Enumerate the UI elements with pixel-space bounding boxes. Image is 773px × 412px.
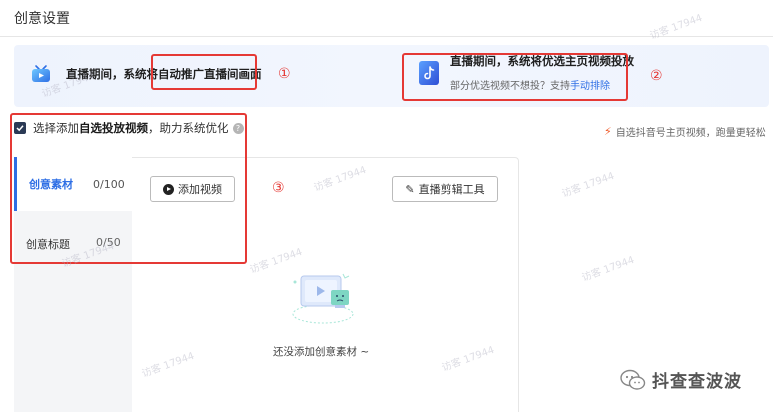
banner-sub-prefix: 部分优选视频不想投？支持 bbox=[450, 81, 570, 92]
auto-select-text: 自选抖音号主页视频，跑量更轻松 bbox=[615, 128, 766, 139]
nav-item-label: 创意标题 bbox=[26, 238, 70, 251]
add-video-label: 添加视频 bbox=[178, 183, 222, 196]
label-suffix: ，助力系统优化 bbox=[148, 121, 229, 135]
brand-text: 抖查查波波 bbox=[652, 372, 742, 392]
magic-wand-icon: ✎ bbox=[405, 182, 415, 196]
banner-right-textblock: 直播期间，系统将优选主页视频投放 部分优选视频不想投？支持手动排除 bbox=[450, 53, 634, 92]
bolt-icon: ⚡ bbox=[604, 125, 612, 138]
empty-state-text: 还没添加创意素材 ~ bbox=[273, 346, 370, 358]
nav-item-creative-material[interactable]: 创意素材 0/100 bbox=[14, 157, 132, 211]
nav-item-label: 创意素材 bbox=[29, 178, 73, 191]
banner-homepage-videos: 直播期间，系统将优选主页视频投放 部分优选视频不想投？支持手动排除 bbox=[418, 53, 634, 92]
nav-item-creative-title[interactable]: 创意标题 0/50 bbox=[14, 211, 132, 412]
live-edit-tool-button[interactable]: ✎ 直播剪辑工具 bbox=[392, 176, 498, 202]
page-title: 创意设置 bbox=[14, 11, 70, 27]
help-icon[interactable]: ? bbox=[232, 122, 244, 134]
side-nav: 创意素材 0/100 创意标题 0/50 bbox=[14, 157, 132, 412]
play-icon bbox=[163, 183, 174, 195]
label-bold: 自选投放视频 bbox=[79, 121, 148, 135]
annotation-number-one: ① bbox=[278, 66, 291, 82]
add-video-button[interactable]: 添加视频 bbox=[150, 176, 235, 202]
annotation-number-three: ③ bbox=[272, 180, 285, 196]
wechat-icon bbox=[620, 369, 646, 391]
custom-video-label: 选择添加自选投放视频，助力系统优化 bbox=[33, 120, 229, 136]
custom-video-checkbox-row: 选择添加自选投放视频，助力系统优化 ? bbox=[14, 120, 244, 136]
auto-select-hint[interactable]: ⚡ 自选抖音号主页视频，跑量更轻松 bbox=[604, 124, 766, 139]
annotation-number-two: ② bbox=[650, 68, 663, 84]
banner-right-text: 直播期间，系统将优选主页视频投放 bbox=[450, 54, 634, 68]
tiktok-icon bbox=[418, 60, 440, 86]
empty-state-illustration bbox=[283, 268, 363, 330]
custom-video-checkbox[interactable] bbox=[14, 122, 26, 134]
watermark: 访客 17944 bbox=[580, 254, 636, 284]
manual-exclude-link[interactable]: 手动排除 bbox=[570, 81, 610, 92]
label-prefix: 选择添加 bbox=[33, 121, 79, 135]
watermark: 访客 17944 bbox=[560, 170, 616, 200]
banner-right-subtext: 部分优选视频不想投？支持手动排除 bbox=[450, 77, 634, 92]
brand-watermark: 抖查查波波 bbox=[620, 367, 742, 392]
live-edit-tool-label: 直播剪辑工具 bbox=[418, 183, 485, 196]
watermark: 访客 17944 bbox=[648, 12, 704, 42]
nav-item-count: 0/100 bbox=[93, 177, 125, 191]
